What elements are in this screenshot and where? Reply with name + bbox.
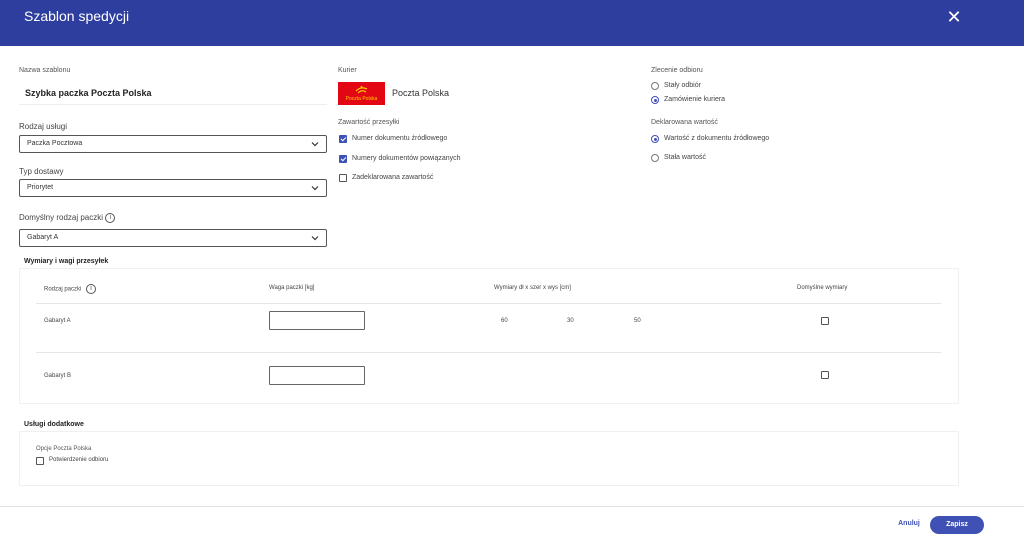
poczta-polska-logo: Poczta Polska [338, 82, 385, 105]
header-weight: Waga paczki [kg] [269, 285, 315, 291]
length-value[interactable]: 60 [501, 318, 508, 324]
option-label: Zamówienie kuriera [664, 96, 726, 103]
option-label: Stała wartość [664, 154, 707, 161]
service-type-label: Rodzaj usługi [19, 122, 68, 131]
delivery-type-value: Priorytet [27, 184, 54, 191]
logo-text: Poczta Polska [345, 96, 378, 102]
delivery-type-select[interactable]: Priorytet [19, 179, 327, 197]
default-dimensions-checkbox[interactable] [821, 317, 829, 325]
extra-group-label: Opcje Poczta Polska [36, 446, 92, 452]
checkbox[interactable] [339, 135, 347, 143]
radio[interactable] [651, 135, 659, 143]
height-value[interactable]: 50 [634, 318, 641, 324]
template-name-value: Szybka paczka Poczta Polska [25, 88, 152, 98]
post-horn-icon [355, 86, 368, 94]
option-label: Potwierdzenie odbioru [49, 457, 109, 463]
info-icon[interactable]: i [105, 213, 116, 223]
header-package-type-text: Rodzaj paczki [44, 286, 82, 293]
option-label: Stały odbiór [664, 82, 701, 89]
close-icon[interactable]: ✕ [945, 8, 963, 26]
checkbox[interactable] [339, 174, 347, 182]
service-type-value: Paczka Pocztowa [27, 140, 83, 147]
default-package-label-text: Domyślny rodzaj paczki [19, 213, 104, 223]
chevron-down-icon [311, 186, 319, 191]
courier-label: Kurier [338, 67, 357, 74]
row-package-name: Gabaryt B [44, 373, 72, 379]
default-package-value: Gabaryt A [27, 234, 59, 241]
cancel-button[interactable]: Anuluj [893, 516, 925, 532]
divider [36, 352, 941, 353]
default-package-label: Domyślny rodzaj paczki i [19, 213, 116, 223]
checkbox[interactable] [339, 155, 347, 163]
divider [36, 303, 941, 304]
extra-section-title: Usługi dodatkowe [24, 421, 84, 428]
option-label: Wartość z dokumentu źródłowego [664, 135, 770, 142]
delivery-type-label: Typ dostawy [19, 167, 64, 176]
info-icon[interactable]: i [86, 284, 97, 294]
width-value[interactable]: 30 [567, 318, 574, 324]
header-package-type: Rodzaj paczki i [44, 284, 97, 294]
extra-panel [19, 431, 959, 486]
declared-label: Deklarowana wartość [651, 119, 718, 126]
courier-name: Poczta Polska [392, 88, 450, 98]
save-button[interactable]: Zapisz [930, 516, 984, 534]
checkbox[interactable] [36, 457, 44, 465]
service-type-select[interactable]: Paczka Pocztowa [19, 135, 327, 153]
dimensions-section-title: Wymiary i wagi przesyłek [24, 258, 109, 265]
header-dimensions: Wymiary dł x szer x wys [cm] [494, 285, 571, 291]
contents-label: Zawartość przesyłki [338, 119, 400, 126]
dialog-title: Szablon spedycji [24, 8, 130, 24]
weight-input[interactable] [269, 366, 365, 385]
header-default-dimensions: Domyślne wymiary [797, 285, 848, 291]
default-dimensions-checkbox[interactable] [821, 371, 829, 379]
footer-divider [0, 506, 1024, 507]
chevron-down-icon [311, 236, 319, 241]
template-name-field[interactable]: Szybka paczka Poczta Polska [19, 82, 327, 105]
option-label: Zadeklarowana zawartość [352, 174, 434, 181]
default-package-select[interactable]: Gabaryt A [19, 229, 327, 247]
template-name-label: Nazwa szablonu [19, 67, 71, 74]
radio[interactable] [651, 96, 659, 104]
row-package-name: Gabaryt A [44, 318, 71, 324]
chevron-down-icon [311, 142, 319, 147]
radio[interactable] [651, 82, 659, 90]
weight-input[interactable] [269, 311, 365, 330]
pickup-label: Zlecenie odbioru [651, 67, 703, 74]
dialog-header: Szablon spedycji ✕ [0, 0, 1024, 46]
option-label: Numery dokumentów powiązanych [352, 155, 461, 162]
radio[interactable] [651, 154, 659, 162]
option-label: Numer dokumentu źródłowego [352, 135, 448, 142]
